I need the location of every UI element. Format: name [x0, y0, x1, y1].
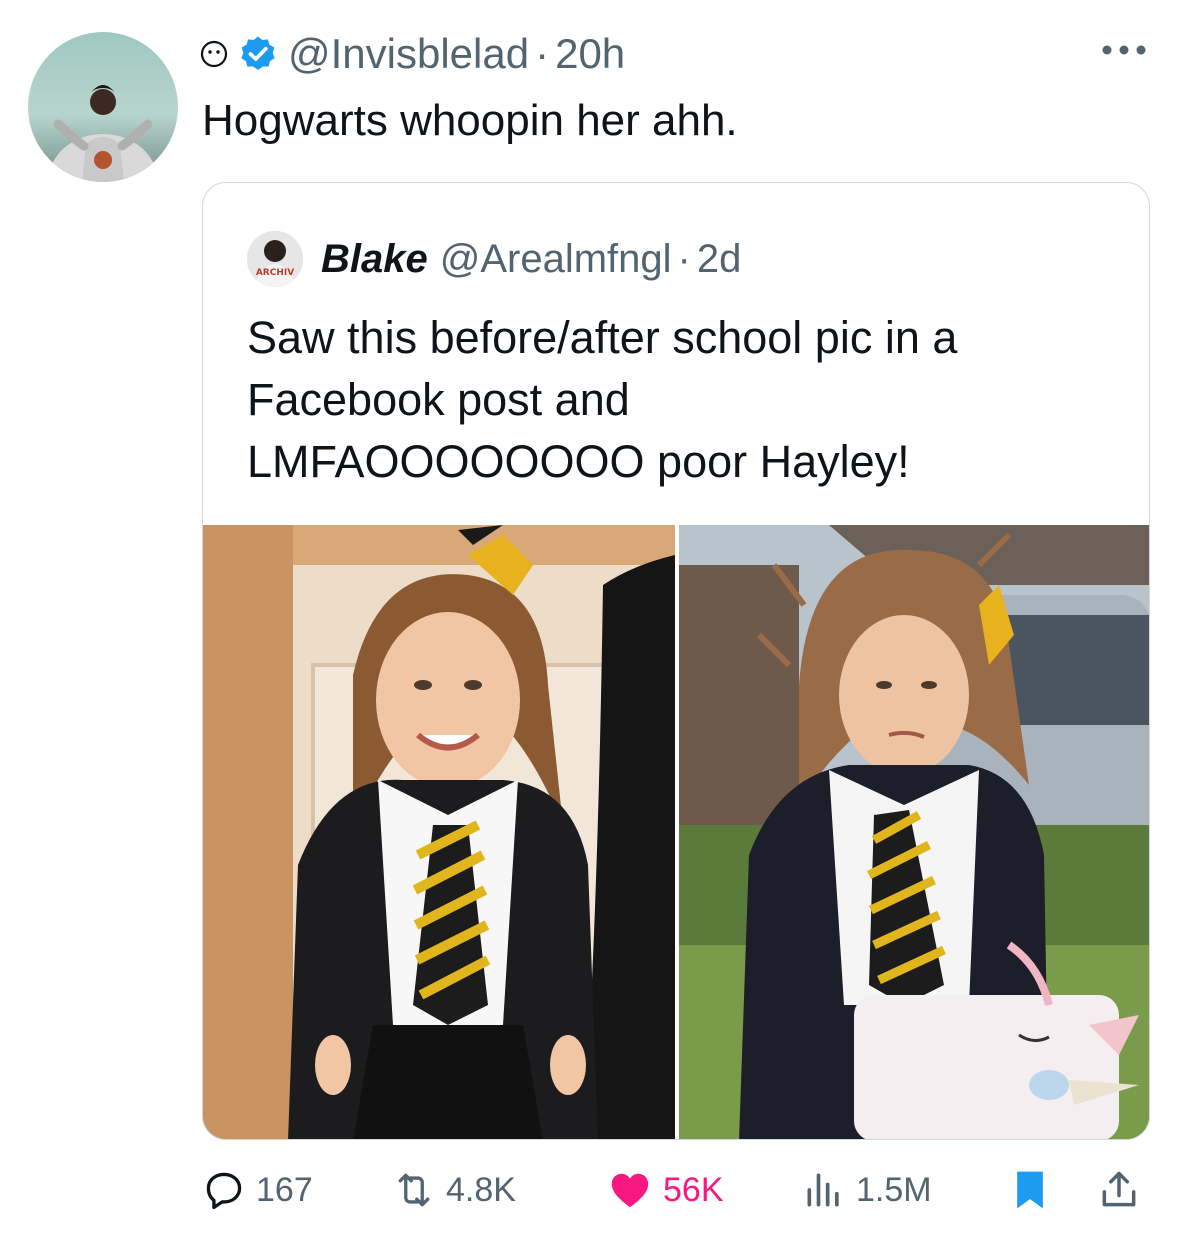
- reply-icon: [206, 1172, 242, 1210]
- header-separator: ·: [535, 30, 550, 77]
- like-button[interactable]: 56K: [607, 1160, 724, 1220]
- tweet-action-bar: 167 4.8K 56K 1.5M: [202, 1160, 1147, 1220]
- heart-icon: [611, 1173, 649, 1208]
- before-photo-image: [203, 525, 675, 1139]
- quoted-tweet[interactable]: ARCHIV Blake @Arealmfngl · 2d Saw this b…: [202, 182, 1150, 1140]
- quoted-avatar-photo: ARCHIV: [247, 231, 303, 287]
- views-button[interactable]: 1.5M: [802, 1160, 932, 1220]
- tweet-text: Hogwarts whoopin her ahh.: [202, 96, 738, 145]
- avatar-photo: [48, 85, 158, 182]
- like-count: 56K: [663, 1170, 724, 1209]
- before-school-photo[interactable]: [203, 525, 675, 1139]
- bookmark-icon: [1017, 1171, 1043, 1209]
- author-handle[interactable]: @Invisblelad: [288, 30, 529, 78]
- more-options-icon[interactable]: [1099, 40, 1149, 60]
- share-button[interactable]: [1097, 1160, 1141, 1220]
- quoted-separator: ·: [677, 236, 691, 281]
- quoted-author-avatar[interactable]: ARCHIV: [247, 231, 303, 287]
- after-photo-image: [679, 525, 1149, 1139]
- quoted-text: Saw this before/after school pic in a Fa…: [247, 312, 958, 487]
- share-icon: [1102, 1171, 1136, 1207]
- quoted-author-handle[interactable]: @Arealmfngl: [440, 237, 672, 282]
- repost-count: 4.8K: [446, 1170, 516, 1209]
- smiley-status-icon: [200, 40, 228, 68]
- after-school-photo[interactable]: [679, 525, 1149, 1139]
- bookmark-button[interactable]: [1010, 1160, 1050, 1220]
- quoted-timestamp[interactable]: 2d: [697, 237, 742, 282]
- reply-count: 167: [256, 1170, 313, 1209]
- repost-icon: [398, 1173, 430, 1207]
- quoted-avatar-label: ARCHIV: [256, 268, 294, 278]
- views-count: 1.5M: [856, 1170, 932, 1209]
- author-avatar[interactable]: [28, 32, 178, 182]
- tweet-header: @Invisblelad · 20h: [200, 28, 625, 80]
- verified-badge-icon[interactable]: [238, 34, 278, 74]
- quoted-author-name[interactable]: Blake: [321, 237, 428, 282]
- quoted-header: ARCHIV Blake @Arealmfngl · 2d: [247, 231, 741, 287]
- repost-button[interactable]: 4.8K: [392, 1160, 516, 1220]
- quoted-media[interactable]: [203, 525, 1149, 1139]
- views-chart-icon: [807, 1173, 839, 1207]
- reply-button[interactable]: 167: [202, 1160, 313, 1220]
- tweet-timestamp[interactable]: 20h: [555, 30, 625, 78]
